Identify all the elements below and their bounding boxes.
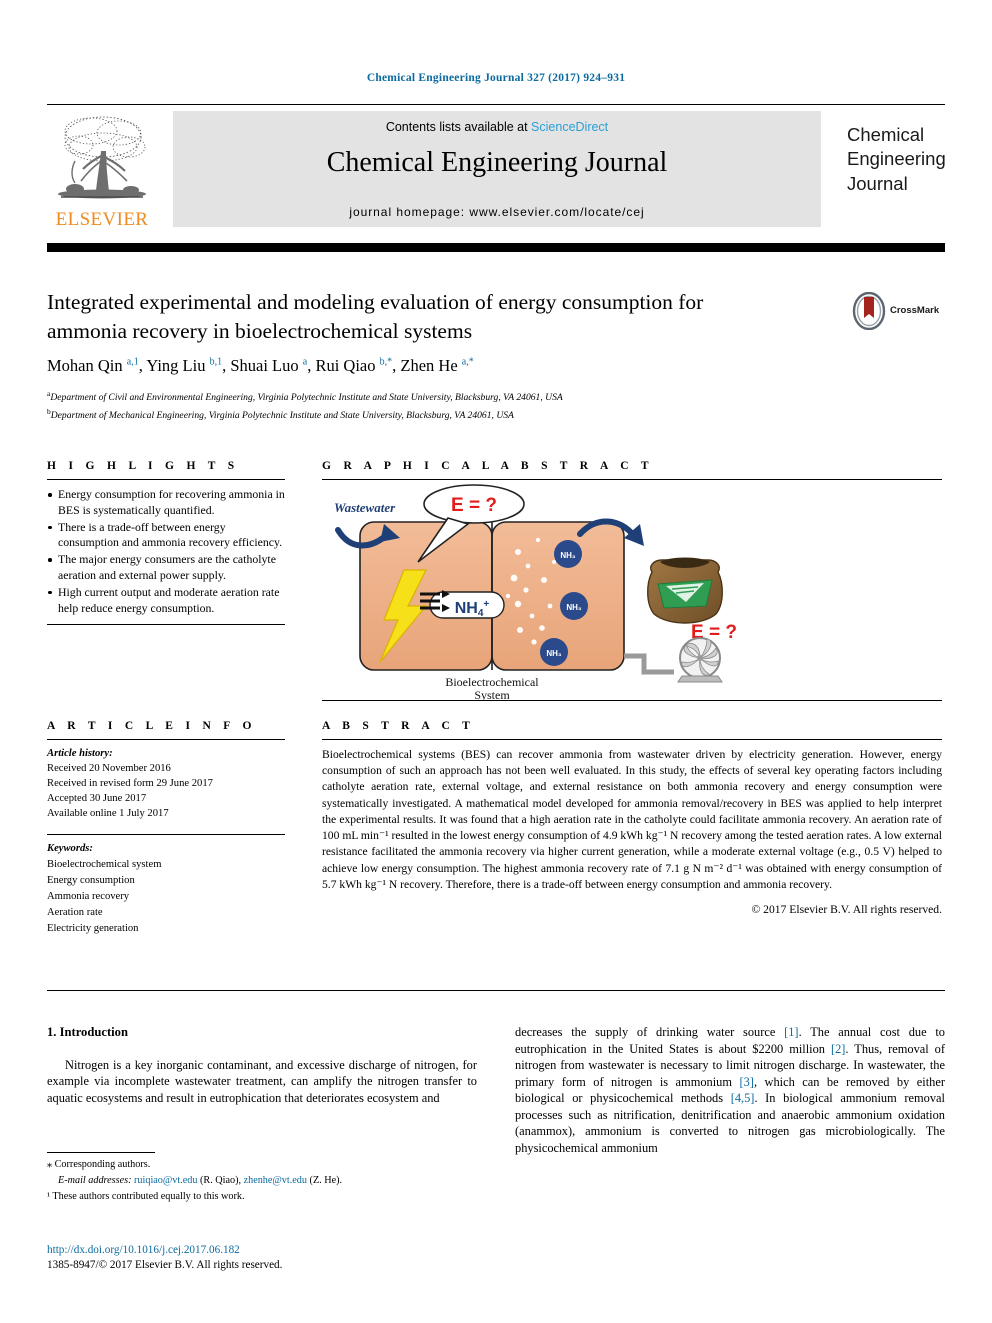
crossmark-label: CrossMark [890, 305, 940, 316]
affiliation-text-b: Department of Mechanical Engineering, Vi… [50, 410, 514, 422]
keyword-item: Energy consumption [47, 874, 135, 886]
body-column-left: 1. Introduction Nitrogen is a key inorga… [47, 1024, 477, 1106]
list-item: There is a trade-off between energy cons… [47, 520, 285, 552]
masthead-center-panel: Contents lists available at ScienceDirec… [173, 111, 821, 227]
journal-masthead: ELSEVIER Contents lists available at Sci… [47, 104, 946, 233]
affiliation-list: aDepartment of Civil and Environmental E… [47, 388, 927, 424]
fertilizer-bag-icon [647, 557, 723, 624]
air-pump-fan-icon [624, 637, 723, 683]
paragraph: Nitrogen is a key inorganic contaminant,… [47, 1057, 477, 1105]
list-item: High current output and moderate aeratio… [47, 585, 285, 617]
affiliation-b: bDepartment of Mechanical Engineering, V… [47, 406, 927, 424]
author-list: Mohan Qin a,1, Ying Liu b,1, Shuai Luo a… [47, 356, 474, 375]
contents-available-line: Contents lists available at ScienceDirec… [173, 120, 821, 134]
imprint-block: http://dx.doi.org/10.1016/j.cej.2017.06.… [47, 1243, 477, 1274]
abstract-section: A B S T R A C T Bioelectrochemical syste… [322, 720, 942, 916]
reference-link-2[interactable]: [2] [831, 1042, 845, 1056]
journal-title: Chemical Engineering Journal [326, 147, 668, 178]
wastewater-label: Wastewater [334, 500, 396, 515]
highlights-section: H I G H L I G H T S Energy consumption f… [47, 460, 285, 626]
article-history-block: Article history: Received 20 November 20… [47, 740, 285, 821]
email-link-1[interactable]: ruiqiao@vt.edu [134, 1175, 197, 1186]
keywords-block: Keywords: Bioelectrochemical system Ener… [47, 835, 285, 936]
issn-copyright-line: 1385-8947/© 2017 Elsevier B.V. All right… [47, 1259, 283, 1272]
history-item: Available online 1 July 2017 [47, 808, 169, 820]
journal-article-page: Chemical Engineering Journal 327 (2017) … [0, 0, 992, 1323]
cover-line-2: Engineering [847, 148, 946, 170]
doi-link[interactable]: http://dx.doi.org/10.1016/j.cej.2017.06.… [47, 1243, 477, 1258]
masthead-black-bar [47, 243, 945, 252]
affiliation-text-a: Department of Civil and Environmental En… [50, 392, 563, 404]
journal-homepage-link[interactable]: journal homepage: www.elsevier.com/locat… [173, 205, 821, 219]
footnote-rule [47, 1152, 155, 1153]
graphical-abstract-section: G R A P H I C A L A B S T R A C T Wastew… [322, 460, 942, 702]
elsevier-logo: ELSEVIER [47, 111, 157, 233]
graphical-abstract-heading: G R A P H I C A L A B S T R A C T [322, 460, 654, 472]
article-history-label: Article history: [47, 748, 113, 759]
figure-caption-line-2: System [474, 688, 510, 700]
highlights-rule-bottom [47, 624, 285, 626]
energy-question-top: E = ? [451, 495, 497, 516]
highlights-heading: H I G H L I G H T S [47, 460, 240, 472]
keyword-item: Ammonia recovery [47, 890, 130, 902]
para-text: decreases the supply of drinking water s… [515, 1025, 785, 1039]
keywords-label: Keywords: [47, 843, 93, 855]
graphical-abstract-figure: Wastewater E = ? NH4+ NH₃ NH₃ NH₃ E = ? … [322, 480, 942, 702]
footnote-corresponding: ⁎ Corresponding authors. [47, 1159, 151, 1170]
reference-link-3[interactable]: [3] [739, 1075, 753, 1089]
journal-cover-title: Chemical Engineering Journal [847, 123, 946, 196]
list-item: The major energy consumers are the catho… [47, 552, 285, 584]
svg-text:NH₃: NH₃ [546, 649, 562, 658]
reference-link-4[interactable]: [4,5] [731, 1091, 755, 1105]
svg-text:NH₃: NH₃ [560, 551, 576, 560]
email-link-2[interactable]: zhenhe@vt.edu [244, 1175, 307, 1186]
section-heading-introduction: 1. Introduction [47, 1025, 128, 1039]
email-label: E-mail addresses: [58, 1174, 132, 1186]
history-item: Accepted 30 June 2017 [47, 793, 147, 805]
keyword-item: Electricity generation [47, 922, 139, 934]
history-item: Received 20 November 2016 [47, 763, 171, 775]
article-info-section: A R T I C L E I N F O Article history: R… [47, 720, 285, 937]
crossmark-badge[interactable]: CrossMark [852, 291, 944, 334]
abstract-copyright: © 2017 Elsevier B.V. All rights reserved… [751, 902, 942, 916]
contents-prefix: Contents lists available at [385, 120, 532, 134]
cover-line-1: Chemical [847, 124, 925, 145]
paragraph: decreases the supply of drinking water s… [515, 1024, 945, 1156]
footnotes-block: ⁎ Corresponding authors. E-mail addresse… [47, 1158, 477, 1205]
body-column-right: decreases the supply of drinking water s… [515, 1024, 945, 1156]
page-title: Integrated experimental and modeling eva… [47, 290, 704, 343]
keyword-item: Aeration rate [47, 906, 103, 918]
svg-text:NH₃: NH₃ [566, 603, 582, 612]
cover-line-3: Journal [847, 172, 908, 194]
footnote-equal-contribution: ¹ These authors contributed equally to t… [47, 1190, 245, 1202]
email-owner-1: (R. Qiao), [197, 1174, 244, 1186]
footnote-emails: E-mail addresses: ruiqiao@vt.edu (R. Qia… [47, 1174, 477, 1189]
elsevier-wordmark: ELSEVIER [55, 209, 149, 230]
article-info-heading: A R T I C L E I N F O [47, 720, 257, 732]
highlights-list: Energy consumption for recovering ammoni… [47, 480, 285, 616]
figure-caption-line-1: Bioelectrochemical [445, 675, 539, 689]
keyword-item: Bioelectrochemical system [47, 859, 162, 871]
abstract-text: Bioelectrochemical systems (BES) can rec… [322, 748, 942, 891]
abstract-heading: A B S T R A C T [322, 720, 475, 732]
graphical-abstract-rule-bottom [322, 700, 942, 701]
list-item: Energy consumption for recovering ammoni… [47, 487, 285, 519]
running-head: Chemical Engineering Journal 327 (2017) … [366, 72, 626, 84]
reference-link-1[interactable]: [1] [784, 1025, 798, 1039]
crossmark-badge-icon [852, 291, 886, 331]
elsevier-tree-icon [51, 111, 153, 207]
sciencedirect-link[interactable]: ScienceDirect [531, 120, 608, 134]
email-owner-2: (Z. He). [307, 1174, 343, 1186]
affiliation-a: aDepartment of Civil and Environmental E… [47, 388, 927, 406]
abstract-bottom-rule [47, 990, 945, 991]
history-item: Received in revised form 29 June 2017 [47, 778, 213, 790]
